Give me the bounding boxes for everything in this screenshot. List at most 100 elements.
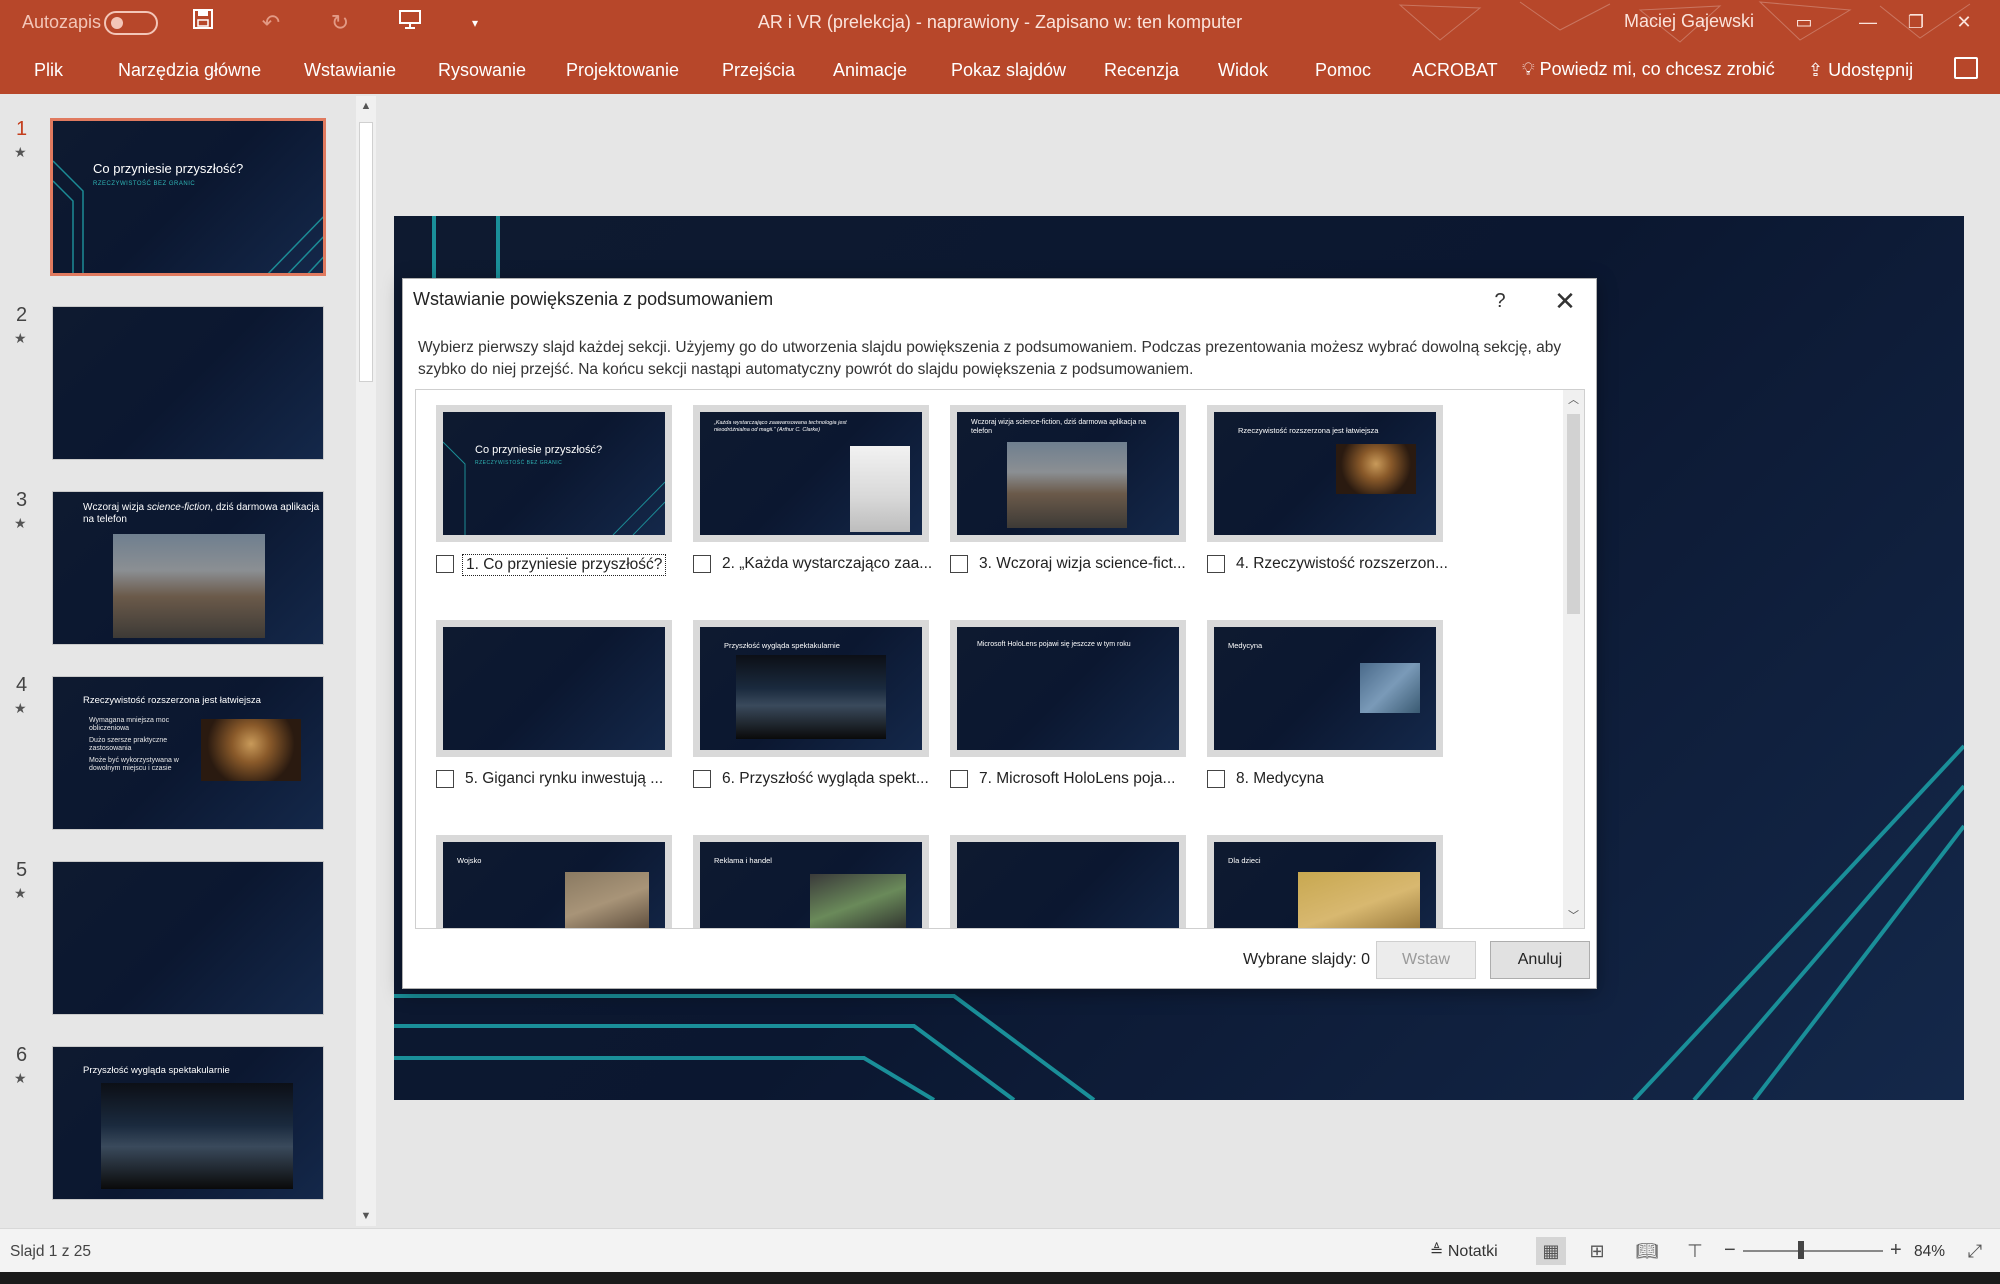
- slide-preview: [52, 861, 324, 1015]
- undo-icon[interactable]: ↶: [256, 8, 286, 38]
- slide-card-preview[interactable]: Dla dzieci: [1207, 835, 1443, 928]
- cancel-button[interactable]: Anuluj: [1490, 941, 1590, 979]
- thumbnail-slide-1[interactable]: 1 ★ Co przyniesie przyszłość? RZECZYWIST…: [0, 118, 356, 288]
- slide-card-label[interactable]: 5. Giganci rynku inwestują ...: [462, 769, 666, 789]
- slide-card-preview[interactable]: Co przyniesie przyszłość? RZECZYWISTOŚĆ …: [436, 405, 672, 542]
- scroll-down-icon[interactable]: ▼: [356, 1206, 376, 1226]
- present-from-start-icon[interactable]: [395, 8, 425, 38]
- tab-pokaz-slajdow[interactable]: Pokaz slajdów: [951, 60, 1066, 81]
- customize-quick-access-icon[interactable]: ▾: [460, 8, 490, 38]
- slide-card-preview[interactable]: Microsoft HoloLens pojawi się jeszcze w …: [950, 620, 1186, 757]
- thumbnail-slide-6[interactable]: 6 ★ Przyszłość wygląda spektakularnie: [0, 1044, 356, 1214]
- save-icon[interactable]: [188, 8, 218, 38]
- slide-card-label[interactable]: 1. Co przyniesie przyszłość?: [462, 554, 667, 576]
- scroll-down-icon[interactable]: ﹀: [1563, 906, 1584, 926]
- help-button[interactable]: ?: [1485, 287, 1515, 315]
- slide-card-preview[interactable]: [436, 620, 672, 757]
- tab-recenzja[interactable]: Recenzja: [1104, 60, 1179, 81]
- slide-card-preview[interactable]: Wczoraj wizja science-fiction, dziś darm…: [950, 405, 1186, 542]
- slide-title: Co przyniesie przyszłość?: [93, 161, 244, 176]
- fit-slide-to-window-icon[interactable]: ⤢: [1960, 1237, 1990, 1265]
- insert-button[interactable]: Wstaw: [1376, 941, 1476, 979]
- tab-przejscia[interactable]: Przejścia: [722, 60, 795, 81]
- slide-card-label[interactable]: 6. Przyszłość wygląda spekt...: [719, 769, 932, 789]
- slide-card-label[interactable]: 3. Wczoraj wizja science-fict...: [976, 554, 1189, 574]
- slide-card-preview[interactable]: Rzeczywistość rozszerzona jest łatwiejsz…: [1207, 405, 1443, 542]
- normal-view-icon[interactable]: ▦: [1536, 1237, 1566, 1265]
- summary-zoom-dialog: Wstawianie powiększenia z podsumowaniem …: [402, 278, 1597, 989]
- animation-star-icon: ★: [14, 330, 27, 346]
- ribbon-tabs: Plik Narzędzia główne Wstawianie Rysowan…: [0, 46, 2000, 94]
- slide-card-preview[interactable]: Wojsko: [436, 835, 672, 928]
- slide-bullet: Dużo szersze praktyczne zastosowania: [89, 737, 168, 752]
- slide-card-label[interactable]: 7. Microsoft HoloLens poja...: [976, 769, 1178, 789]
- animation-star-icon: ★: [14, 144, 27, 160]
- slide-checkbox[interactable]: [436, 555, 454, 573]
- slide-checkbox[interactable]: [1207, 770, 1225, 788]
- thumbnail-slide-4[interactable]: 4 ★ Rzeczywistość rozszerzona jest łatwi…: [0, 674, 356, 844]
- comments-icon[interactable]: [1954, 57, 1978, 79]
- slide-checkbox[interactable]: [693, 555, 711, 573]
- slide-card-preview[interactable]: Przyszłość wygląda spektakularnie: [693, 620, 929, 757]
- zoom-in-icon[interactable]: +: [1890, 1239, 1902, 1262]
- scrollbar-thumb[interactable]: [1567, 414, 1580, 614]
- slide-bullet: Wymagana mniejsza moc obliczeniowa: [89, 717, 170, 732]
- zoom-out-icon[interactable]: −: [1724, 1239, 1736, 1262]
- slide-title: Wojsko: [457, 856, 482, 865]
- thumbnail-slide-3[interactable]: 3 ★ Wczoraj wizja science-fiction, dziś …: [0, 489, 356, 659]
- slide-card-preview[interactable]: Reklama i handel: [693, 835, 929, 928]
- tab-pomoc[interactable]: Pomoc: [1315, 60, 1371, 81]
- slide-checkbox[interactable]: [950, 770, 968, 788]
- slide-card-label[interactable]: 4. Rzeczywistość rozszerzon...: [1233, 554, 1451, 574]
- close-icon[interactable]: ✕: [1547, 285, 1583, 317]
- ribbon-display-options-icon[interactable]: ▭: [1784, 4, 1824, 40]
- slide-checkbox[interactable]: [950, 555, 968, 573]
- selected-slides-count: Wybrane slajdy: 0: [1243, 951, 1371, 968]
- slide-title: Medycyna: [1228, 641, 1263, 650]
- scrollbar-thumb[interactable]: [359, 122, 373, 382]
- slide-card-label[interactable]: 8. Medycyna: [1233, 769, 1327, 789]
- minimize-icon[interactable]: —: [1848, 4, 1888, 40]
- slide-card-preview[interactable]: Medycyna: [1207, 620, 1443, 757]
- zoom-slider-knob[interactable]: [1798, 1241, 1804, 1259]
- share-button[interactable]: ⇪ Udostępnij: [1808, 60, 1913, 81]
- tab-plik[interactable]: Plik: [34, 60, 63, 81]
- close-window-icon[interactable]: ✕: [1944, 4, 1984, 40]
- crowd-photo: [201, 719, 301, 781]
- scroll-up-icon[interactable]: ▲: [356, 96, 376, 116]
- slide-checkbox[interactable]: [693, 770, 711, 788]
- slide-card-label[interactable]: 2. „Każda wystarczająco zaa...: [719, 554, 935, 574]
- slide-card-preview[interactable]: [950, 835, 1186, 928]
- reading-view-icon[interactable]: 📖︎: [1632, 1237, 1662, 1265]
- zoom-level[interactable]: 84%: [1914, 1243, 1945, 1261]
- slide-number: 3: [16, 489, 28, 511]
- user-name[interactable]: Maciej Gajewski: [1624, 11, 1754, 32]
- thumbnail-slide-5[interactable]: 5 ★: [0, 859, 356, 1029]
- tab-animacje[interactable]: Animacje: [833, 60, 907, 81]
- maximize-icon[interactable]: ❐: [1896, 4, 1936, 40]
- redo-icon[interactable]: ↻: [325, 8, 355, 38]
- zoom-slider[interactable]: [1743, 1250, 1883, 1252]
- slide-sorter-view-icon[interactable]: ⊞: [1582, 1237, 1612, 1265]
- dialog-list-scrollbar[interactable]: ︿ ﹀: [1563, 390, 1584, 928]
- thumbnail-slide-2[interactable]: 2 ★: [0, 304, 356, 474]
- tab-wstawianie[interactable]: Wstawianie: [304, 60, 396, 81]
- slide-checkbox[interactable]: [436, 770, 454, 788]
- slide-preview: [52, 306, 324, 460]
- tell-me-search[interactable]: 💡︎ Powiedz mi, co chcesz zrobić: [1522, 59, 1775, 80]
- tab-rysowanie[interactable]: Rysowanie: [438, 60, 526, 81]
- slide-number: 4: [16, 674, 28, 696]
- tab-narzedzia-glowne[interactable]: Narzędzia główne: [118, 60, 261, 81]
- slide-show-view-icon[interactable]: ⊤: [1680, 1237, 1710, 1265]
- scroll-up-icon[interactable]: ︿: [1563, 390, 1584, 410]
- thumbnails-scrollbar[interactable]: ▲ ▼: [356, 96, 376, 1226]
- tab-widok[interactable]: Widok: [1218, 60, 1268, 81]
- slide-card-preview[interactable]: „Każda wystarczająco zaawansowana techno…: [693, 405, 929, 542]
- slide-checkbox[interactable]: [1207, 555, 1225, 573]
- autosave-toggle[interactable]: [104, 11, 158, 35]
- slide-preview: Rzeczywistość rozszerzona jest łatwiejsz…: [52, 676, 324, 830]
- tab-acrobat[interactable]: ACROBAT: [1412, 60, 1498, 81]
- notes-button[interactable]: ≜ Notatki: [1430, 1241, 1498, 1261]
- notes-icon: ≜: [1430, 1243, 1444, 1260]
- tab-projektowanie[interactable]: Projektowanie: [566, 60, 679, 81]
